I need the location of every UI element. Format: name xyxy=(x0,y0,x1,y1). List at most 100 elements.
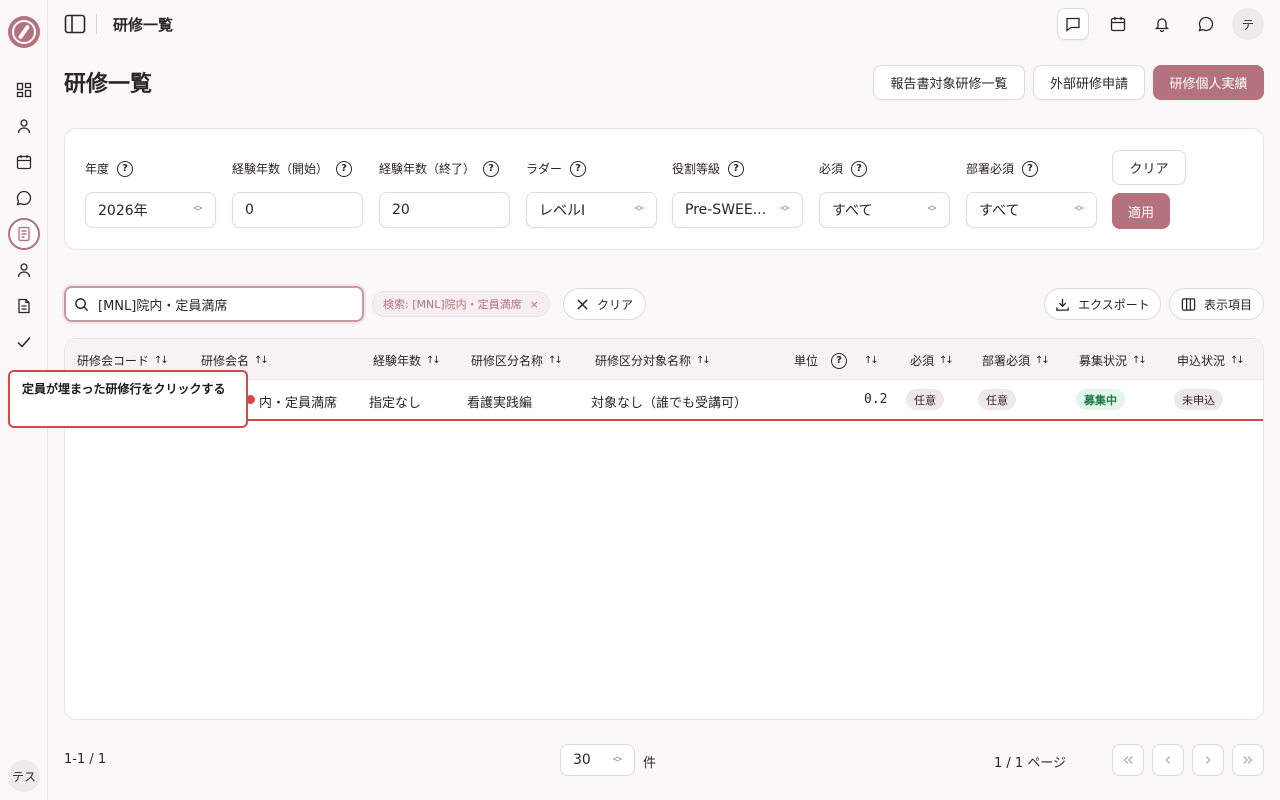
dept-required-select[interactable]: すべて ︿ ﹀ xyxy=(966,192,1097,228)
dept-required-value: すべて xyxy=(979,203,1020,219)
sort-icon[interactable]: ↑↓ xyxy=(696,355,711,366)
role-grade-label-text: 役割等級 xyxy=(672,162,721,176)
sort-icon[interactable]: ↑↓ xyxy=(426,355,441,366)
col-recruit-status-label: 募集状況 xyxy=(1079,354,1128,368)
report-target-list-button[interactable]: 報告書対象研修一覧 xyxy=(873,65,1025,100)
first-page-button[interactable] xyxy=(1112,744,1144,776)
cell-name: 内・定員満席 xyxy=(259,396,338,411)
help-icon[interactable]: ? xyxy=(1022,160,1039,177)
columns-button[interactable]: 表示項目 xyxy=(1169,288,1264,320)
help-icon[interactable]: ? xyxy=(831,352,848,369)
x-icon xyxy=(577,298,588,310)
col-category[interactable]: 研修区分名称 ↑↓ xyxy=(471,352,563,369)
calendar-icon xyxy=(1110,17,1126,32)
columns-icon xyxy=(1181,297,1196,311)
year-select[interactable]: 2026年 ︿ ﹀ xyxy=(85,192,216,228)
col-name[interactable]: 研修会名 ↑↓ xyxy=(201,352,269,369)
col-required-label: 必須 xyxy=(910,354,935,368)
col-category-label: 研修区分名称 xyxy=(471,354,544,368)
header-avatar[interactable]: テ xyxy=(1232,8,1264,40)
chevron-updown-icon: ︿ ﹀ xyxy=(927,201,937,218)
col-category-target[interactable]: 研修区分対象名称 ↑↓ xyxy=(595,352,711,369)
required-badge: 任意 xyxy=(906,389,944,410)
chevron-left-icon xyxy=(1165,756,1171,764)
sort-icon[interactable]: ↑↓ xyxy=(864,355,879,366)
col-unit[interactable]: 単位? ↑↓ xyxy=(794,352,879,369)
cell-experience: 指定なし xyxy=(369,396,422,411)
chevron-updown-icon: ︿ ﹀ xyxy=(1074,201,1084,218)
col-recruit-status[interactable]: 募集状況 ↑↓ xyxy=(1079,352,1147,369)
app-logo[interactable] xyxy=(8,16,40,48)
year-value: 2026年 xyxy=(98,203,148,219)
col-unit-label: 単位 xyxy=(794,354,819,368)
filter-apply-button[interactable]: 適用 xyxy=(1112,193,1170,229)
dashboard-icon[interactable] xyxy=(12,78,36,102)
help-icon[interactable]: ? xyxy=(483,160,500,177)
chevrons-right-icon xyxy=(1243,756,1253,764)
message-button[interactable] xyxy=(1057,8,1089,40)
sidebar-toggle-icon[interactable] xyxy=(64,13,86,35)
col-code-label: 研修会コード xyxy=(77,354,150,368)
search-clear-button[interactable]: クリア xyxy=(563,288,646,320)
col-code[interactable]: 研修会コード ↑↓ xyxy=(77,352,169,369)
help-icon[interactable]: ? xyxy=(117,160,134,177)
help-icon[interactable]: ? xyxy=(570,160,587,177)
chip-label: 検索: [MNL]院内・定員満席 xyxy=(383,298,522,311)
col-dept-required[interactable]: 部署必須 ↑↓ xyxy=(982,352,1050,369)
ladder-select[interactable]: レベルI ︿ ﹀ xyxy=(526,192,657,228)
col-apply-status-label: 申込状況 xyxy=(1177,354,1226,368)
external-training-apply-button[interactable]: 外部研修申請 xyxy=(1033,65,1145,100)
required-value: すべて xyxy=(832,203,873,219)
exp-start-input[interactable]: 0 xyxy=(232,192,363,228)
search-filter-chip: 検索: [MNL]院内・定員満席 × xyxy=(372,291,550,317)
export-label: エクスポート xyxy=(1078,297,1150,312)
training-list-icon[interactable] xyxy=(8,218,40,250)
result-count: 1-1 / 1 xyxy=(64,752,107,767)
filter-clear-button[interactable]: クリア xyxy=(1112,150,1186,185)
prev-page-button[interactable] xyxy=(1152,744,1184,776)
dept-required-badge: 任意 xyxy=(978,389,1016,410)
sort-icon[interactable]: ↑↓ xyxy=(548,355,563,366)
col-experience-label: 経験年数 xyxy=(373,354,422,368)
sort-icon[interactable]: ↑↓ xyxy=(1230,355,1245,366)
calendar-button[interactable] xyxy=(1102,8,1134,40)
sort-icon[interactable]: ↑↓ xyxy=(154,355,169,366)
notification-button[interactable] xyxy=(1146,8,1178,40)
columns-label: 表示項目 xyxy=(1203,297,1252,312)
exp-start-label: 経験年数（開始）? xyxy=(232,160,353,177)
export-button[interactable]: エクスポート xyxy=(1044,288,1161,320)
col-apply-status[interactable]: 申込状況 ↑↓ xyxy=(1177,352,1245,369)
ladder-value: レベルI xyxy=(539,203,586,219)
exp-end-label: 経験年数（終了）? xyxy=(379,160,500,177)
per-page-select[interactable]: 30 ︿ ﹀ xyxy=(560,744,635,776)
help-icon[interactable]: ? xyxy=(728,160,745,177)
search-icon xyxy=(75,298,89,312)
col-experience[interactable]: 経験年数 ↑↓ xyxy=(373,352,441,369)
last-page-button[interactable] xyxy=(1232,744,1264,776)
check-icon[interactable] xyxy=(12,330,36,354)
calendar-icon[interactable] xyxy=(12,150,36,174)
close-icon[interactable]: × xyxy=(530,298,539,311)
sort-icon[interactable]: ↑↓ xyxy=(1132,355,1147,366)
next-page-button[interactable] xyxy=(1192,744,1224,776)
help-icon[interactable]: ? xyxy=(336,160,353,177)
person-icon[interactable] xyxy=(12,258,36,282)
chat-icon[interactable] xyxy=(12,186,36,210)
exp-end-input[interactable]: 20 xyxy=(379,192,510,228)
required-label: 必須? xyxy=(819,160,868,177)
chat-button[interactable] xyxy=(1190,8,1222,40)
document-icon[interactable] xyxy=(12,294,36,318)
sort-icon[interactable]: ↑↓ xyxy=(939,355,954,366)
chevron-updown-icon: ︿ ﹀ xyxy=(780,201,790,218)
help-icon[interactable]: ? xyxy=(851,160,868,177)
required-select[interactable]: すべて ︿ ﹀ xyxy=(819,192,950,228)
user-icon[interactable] xyxy=(12,114,36,138)
user-avatar[interactable]: テス xyxy=(8,760,40,792)
personal-record-button[interactable]: 研修個人実績 xyxy=(1153,65,1264,100)
chevron-updown-icon: ︿ ﹀ xyxy=(634,201,644,218)
sort-icon[interactable]: ↑↓ xyxy=(1035,355,1050,366)
sort-icon[interactable]: ↑↓ xyxy=(254,355,269,366)
role-grade-select[interactable]: Pre-SWEE... ︿ ﹀ xyxy=(672,192,803,228)
search-input[interactable]: [MNL]院内・定員満席 xyxy=(64,286,364,322)
col-required[interactable]: 必須 ↑↓ xyxy=(910,352,954,369)
